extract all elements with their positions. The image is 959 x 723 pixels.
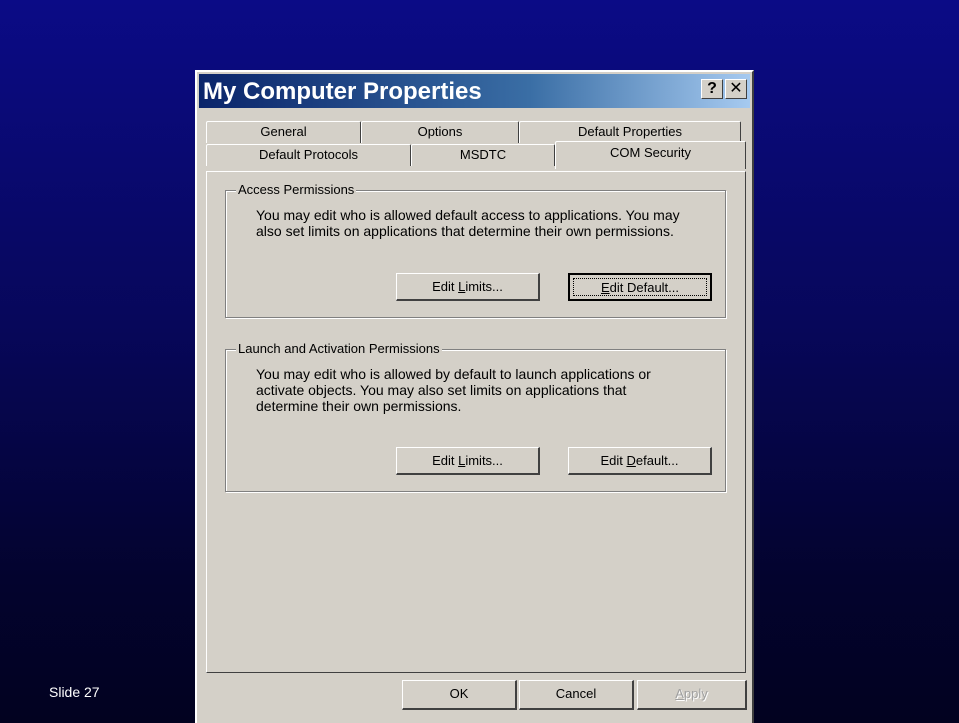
title-bar[interactable]: My Computer Properties ? ✕ [199, 74, 750, 108]
button-label: imits... [465, 279, 503, 294]
focus-rectangle: Edit Default... [573, 278, 707, 296]
button-label: Edit [432, 279, 459, 294]
access-edit-default-button[interactable]: Edit Default... [568, 273, 712, 301]
launch-desc-line: activate objects. You may also set limit… [256, 382, 627, 398]
accelerator-key: D [626, 453, 636, 468]
access-desc-line: You may edit who is allowed default acce… [256, 207, 680, 223]
cancel-button[interactable]: Cancel [519, 680, 634, 710]
help-button[interactable]: ? [701, 79, 723, 99]
accelerator-key: A [675, 686, 684, 701]
launch-desc-line: determine their own permissions. [256, 398, 462, 414]
ok-button[interactable]: OK [402, 680, 517, 710]
access-desc-line: also set limits on applications that det… [256, 223, 674, 239]
launch-activation-description: You may edit who is allowed by default t… [256, 366, 651, 414]
tab-msdtc[interactable]: MSDTC [411, 144, 555, 166]
access-edit-limits-button[interactable]: Edit Limits... [396, 273, 540, 301]
access-permissions-description: You may edit who is allowed default acce… [256, 207, 680, 239]
tab-options[interactable]: Options [361, 121, 519, 143]
button-label: Edit [432, 453, 459, 468]
tab-general[interactable]: General [206, 121, 361, 143]
access-permissions-group: Access Permissions You may edit who is a… [225, 182, 726, 318]
close-button[interactable]: ✕ [725, 79, 747, 99]
button-label: pply [683, 686, 708, 701]
apply-button[interactable]: Apply [637, 680, 747, 710]
window-title: My Computer Properties [203, 78, 482, 105]
access-permissions-legend: Access Permissions [236, 182, 357, 197]
launch-activation-legend: Launch and Activation Permissions [236, 341, 442, 356]
button-label: efault... [635, 453, 679, 468]
button-label: Edit [600, 453, 627, 468]
button-label: imits... [465, 453, 503, 468]
tab-default-protocols[interactable]: Default Protocols [206, 144, 411, 166]
accelerator-key: E [600, 280, 610, 295]
slide-number: Slide 27 [49, 684, 100, 700]
launch-edit-limits-button[interactable]: Edit Limits... [396, 447, 540, 475]
tab-default-properties[interactable]: Default Properties [519, 121, 741, 143]
com-security-panel: Access Permissions You may edit who is a… [206, 171, 746, 673]
tab-com-security[interactable]: COM Security [555, 141, 746, 169]
button-label: dit Default... [609, 280, 680, 295]
launch-desc-line: You may edit who is allowed by default t… [256, 366, 651, 382]
launch-edit-default-button[interactable]: Edit Default... [568, 447, 712, 475]
launch-activation-group: Launch and Activation Permissions You ma… [225, 341, 726, 492]
properties-dialog: My Computer Properties ? ✕ General Optio… [195, 70, 754, 723]
